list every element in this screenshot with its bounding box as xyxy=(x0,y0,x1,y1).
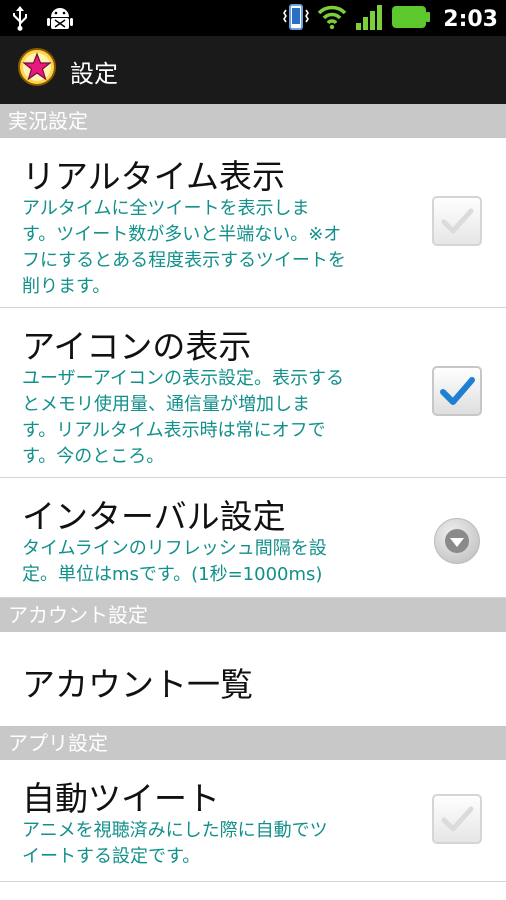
pref-icon-display[interactable]: アイコンの表示 ユーザーアイコンの表示設定。表示する とメモリ使用量、通信量が増… xyxy=(0,308,506,478)
summary-line: とメモリ使用量、通信量が増加しま xyxy=(22,394,310,415)
summary-line: 削ります。 xyxy=(22,276,111,297)
pref-title: インターバル設定 xyxy=(22,497,286,536)
pref-realtime-display[interactable]: リアルタイム表示 アルタイムに全ツイートを表示しま す。ツイート数が多いと半端な… xyxy=(0,138,506,308)
wifi-icon xyxy=(317,4,347,34)
icon-display-checkbox[interactable] xyxy=(432,366,482,416)
usb-icon xyxy=(10,5,30,35)
signal-icon xyxy=(355,3,383,35)
section-header-app: アプリ設定 xyxy=(0,726,506,760)
summary-line: フにするとある程度表示するツイートを xyxy=(22,250,346,271)
pref-summary: アニメを視聴済みにした際に自動でツ イートする設定です。 xyxy=(22,818,417,870)
pref-title: 自動ツイート xyxy=(22,779,220,818)
section-header-account: アカウント設定 xyxy=(0,598,506,632)
action-bar: 設定 xyxy=(0,36,506,104)
summary-line: す。ツイート数が多いと半端ない。※オ xyxy=(22,224,342,245)
summary-line: す。今のところ。 xyxy=(22,446,165,467)
summary-line: アニメを視聴済みにした際に自動でツ xyxy=(22,820,328,841)
pref-summary: ユーザーアイコンの表示設定。表示する とメモリ使用量、通信量が増加しま す。リア… xyxy=(22,366,417,470)
vibrate-icon xyxy=(283,2,310,36)
pref-summary: アルタイムに全ツイートを表示しま す。ツイート数が多いと半端ない。※オ フにする… xyxy=(22,196,417,300)
pref-summary: タイムラインのリフレッシュ間隔を設 定。単位はmsです。(1秒=1000ms) xyxy=(22,536,417,588)
summary-line: タイムラインのリフレッシュ間隔を設 xyxy=(22,538,327,559)
section-header-live: 実況設定 xyxy=(0,104,506,138)
summary-line: アルタイムに全ツイートを表示しま xyxy=(22,198,310,219)
pref-title: リアルタイム表示 xyxy=(22,157,286,196)
status-bar: 2:03 xyxy=(0,0,506,36)
android-debug-icon xyxy=(46,5,74,35)
battery-icon xyxy=(391,4,431,34)
pref-auto-tweet[interactable]: 自動ツイート アニメを視聴済みにした際に自動でツ イートする設定です。 xyxy=(0,760,506,882)
summary-line: す。リアルタイム表示時は常にオフで xyxy=(22,420,326,441)
summary-line: ユーザーアイコンの表示設定。表示する xyxy=(22,368,345,389)
interval-dropdown-button[interactable] xyxy=(434,518,480,564)
page-title: 設定 xyxy=(70,60,118,88)
pref-title: アイコンの表示 xyxy=(22,327,252,366)
clock: 2:03 xyxy=(443,6,498,32)
auto-tweet-checkbox[interactable] xyxy=(432,794,482,844)
realtime-checkbox[interactable] xyxy=(432,196,482,246)
pref-title: アカウント一覧 xyxy=(22,665,253,704)
summary-line: 定。単位はmsです。(1秒=1000ms) xyxy=(22,564,323,585)
pref-interval[interactable]: インターバル設定 タイムラインのリフレッシュ間隔を設 定。単位はmsです。(1秒… xyxy=(0,478,506,598)
summary-line: イートする設定です。 xyxy=(22,846,201,867)
star-icon[interactable] xyxy=(18,48,56,86)
pref-account-list[interactable]: アカウント一覧 xyxy=(0,632,506,726)
